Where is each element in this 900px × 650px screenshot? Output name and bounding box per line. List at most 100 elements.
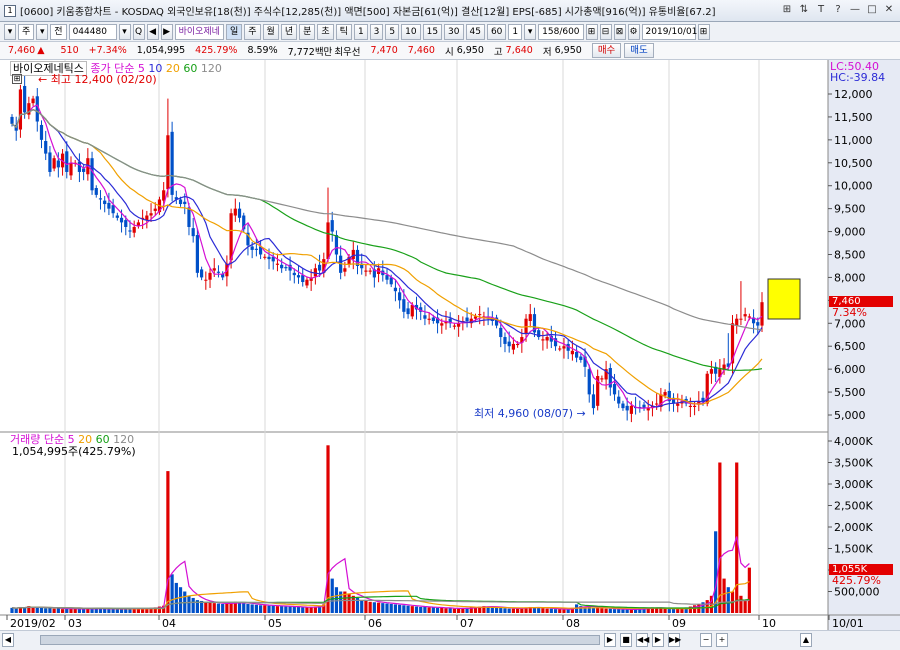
price-tick-label: 5,000: [834, 409, 866, 422]
candle-body: [528, 314, 532, 321]
calendar-icon[interactable]: ⊞: [697, 23, 710, 40]
period-week[interactable]: 주: [244, 23, 261, 40]
close-button[interactable]: ✕: [882, 3, 896, 17]
candle-body: [10, 116, 14, 124]
interval-15[interactable]: 15: [422, 23, 443, 40]
zoom-plus-icon[interactable]: +: [716, 633, 728, 647]
buy-button[interactable]: 매수: [591, 43, 622, 58]
volume-tick-label: 2,000K: [834, 521, 873, 534]
chevron-down-icon[interactable]: ▾: [36, 23, 49, 40]
period-month[interactable]: 월: [262, 23, 279, 40]
volume-bar: [494, 607, 499, 613]
bottom-scrollbar[interactable]: ◀ ▶ ■ ◀◀ ▶ ▶▶ − + ▲: [0, 630, 900, 650]
volume-bar: [271, 605, 275, 613]
interval-5[interactable]: 5: [385, 23, 400, 40]
next-icon[interactable]: ▶: [160, 23, 173, 40]
chart-area[interactable]: 12,000 11,500 11,000 10,500 10,000 9,500 9,000…: [0, 60, 900, 630]
volume-bar: [372, 602, 376, 613]
market-select[interactable]: 전: [50, 23, 67, 40]
volume-bar: [718, 462, 722, 613]
interval-dropdown-icon[interactable]: ▾: [524, 23, 537, 40]
text-icon[interactable]: T: [814, 3, 828, 17]
fast-forward-icon[interactable]: ▶▶: [668, 633, 681, 647]
candle-body: [52, 158, 56, 169]
code-dropdown-icon[interactable]: ▾: [118, 23, 131, 40]
minimize-button[interactable]: —: [848, 3, 862, 17]
period-second[interactable]: 초: [317, 23, 334, 40]
volume-bar: [617, 609, 621, 613]
rewind-icon[interactable]: ◀◀: [636, 633, 649, 647]
interval-1[interactable]: 1: [353, 23, 368, 40]
grid-toggle-icon[interactable]: ⊞: [12, 74, 22, 84]
type-select[interactable]: 주: [18, 23, 35, 40]
volume-bar: [747, 567, 751, 613]
candle-body: [132, 226, 136, 233]
stock-name-field[interactable]: 바이오제네: [174, 23, 224, 40]
stock-chart-svg[interactable]: 12,000 11,500 11,000 10,500 10,000 9,500 9,000…: [0, 60, 900, 630]
period-day[interactable]: 일: [225, 23, 243, 40]
candle-body: [692, 405, 697, 407]
x-tick-label: 07: [460, 617, 474, 630]
volume-bar: [212, 603, 216, 613]
candle-body: [427, 318, 431, 320]
candle-body: [296, 275, 301, 278]
settings-icon[interactable]: ⚙: [627, 23, 640, 40]
zoom-in-icon[interactable]: ⊞: [585, 23, 598, 40]
interval-3[interactable]: 3: [369, 23, 384, 40]
interval-45[interactable]: 45: [465, 23, 485, 40]
trade-amount: 7,772백만: [287, 46, 333, 58]
volume-bar: [107, 609, 111, 613]
scroll-left-icon[interactable]: ◀: [2, 633, 14, 647]
date-field[interactable]: 2019/10/01: [641, 23, 697, 40]
scroll-thumb[interactable]: [40, 635, 600, 645]
fit-icon[interactable]: ⊠: [613, 23, 626, 40]
volume-bar: [435, 607, 440, 613]
candle-body: [284, 267, 288, 269]
high-annotation: ← 최고 12,400 (02/20): [38, 73, 157, 86]
stop-icon[interactable]: ■: [620, 633, 632, 647]
sell-button[interactable]: 매도: [624, 43, 654, 58]
candle-body: [655, 403, 659, 405]
expand-icon[interactable]: ▲: [800, 633, 812, 647]
period-tick[interactable]: 틱: [335, 23, 352, 40]
period-year[interactable]: 년: [280, 23, 298, 40]
interval-30[interactable]: 30: [444, 23, 464, 40]
volume-bar: [629, 609, 633, 613]
bar-count-field[interactable]: 158/600: [538, 23, 584, 40]
prev-icon[interactable]: ◀: [146, 23, 159, 40]
help-icon[interactable]: ?: [831, 3, 845, 17]
search-icon[interactable]: Q: [132, 23, 145, 40]
price-tick-label: 9,500: [834, 203, 866, 216]
candle-body: [600, 378, 604, 380]
candle-body: [334, 235, 339, 255]
period-minute[interactable]: 분: [299, 23, 316, 40]
menu-dropdown-icon[interactable]: ▾: [4, 23, 16, 40]
candle-body: [301, 275, 305, 283]
candle-body: [385, 275, 389, 280]
swap-icon[interactable]: ⇅: [797, 3, 811, 17]
volume-bar: [562, 609, 566, 613]
low-annotation-text: 최저 4,960 (08/07): [474, 407, 574, 420]
candle-body: [275, 263, 280, 265]
interval-60[interactable]: 60: [486, 23, 507, 40]
volume-bar: [31, 607, 35, 613]
volume-bar: [48, 607, 52, 613]
tile-icon[interactable]: ⊞: [780, 3, 794, 17]
zoom-minus-icon[interactable]: −: [700, 633, 712, 647]
stock-code-input[interactable]: 044480: [68, 23, 117, 40]
volume-bar: [671, 608, 676, 613]
volume-bar: [237, 602, 242, 613]
scroll-right-icon[interactable]: ▶: [604, 633, 616, 647]
zoom-out-icon[interactable]: ⊟: [599, 23, 612, 40]
volume-bar: [111, 608, 115, 613]
interval-input[interactable]: 1: [508, 23, 523, 40]
interval-10[interactable]: 10: [401, 23, 421, 40]
volume-bar: [44, 608, 48, 613]
candle-body: [305, 279, 309, 286]
volume-bar: [545, 608, 549, 613]
volume-bar: [191, 597, 195, 613]
candle-body: [56, 160, 60, 168]
maximize-button[interactable]: □: [865, 3, 879, 17]
candle-body: [406, 308, 410, 315]
play-icon[interactable]: ▶: [652, 633, 664, 647]
